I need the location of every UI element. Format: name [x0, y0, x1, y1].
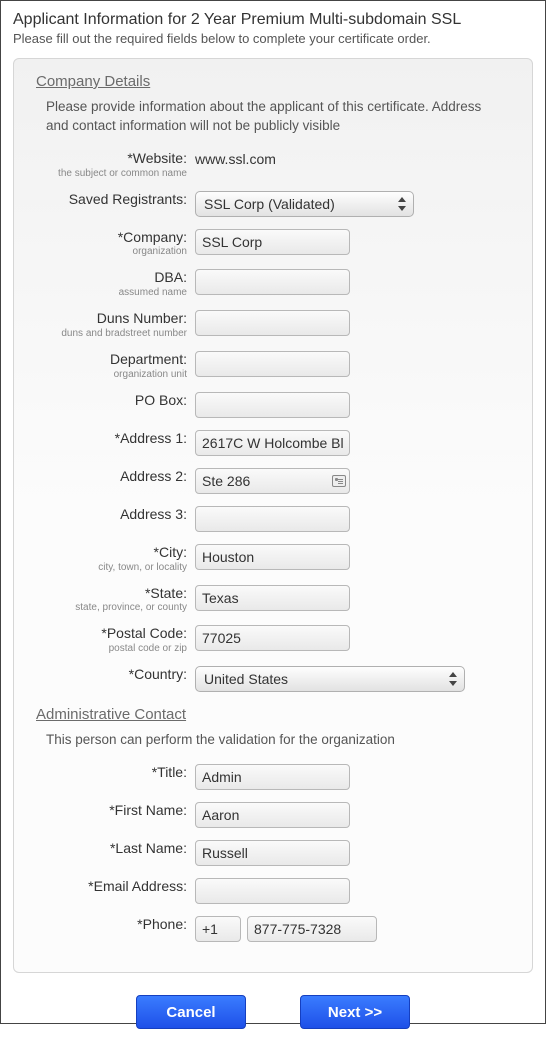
department-sublabel: organization unit: [30, 369, 187, 380]
first-name-input[interactable]: [195, 802, 350, 828]
state-input[interactable]: [195, 585, 350, 611]
saved-registrants-value: SSL Corp (Validated): [204, 196, 335, 212]
email-input[interactable]: [195, 878, 350, 904]
state-sublabel: state, province, or county: [30, 602, 187, 613]
company-sublabel: organization: [30, 246, 187, 257]
phone-label: *Phone:: [30, 916, 187, 933]
country-label: *Country:: [30, 666, 187, 683]
address1-input[interactable]: [195, 430, 350, 456]
pobox-label: PO Box:: [30, 392, 187, 409]
chevron-updown-icon: [397, 197, 407, 211]
first-name-label: *First Name:: [30, 802, 187, 819]
address1-label: *Address 1:: [30, 430, 187, 447]
title-label: *Title:: [30, 764, 187, 781]
city-label: *City:: [30, 544, 187, 561]
saved-registrants-label: Saved Registrants:: [30, 191, 187, 208]
address3-label: Address 3:: [30, 506, 187, 523]
phone-cc-input[interactable]: [195, 916, 241, 942]
page-subtitle: Please fill out the required fields belo…: [13, 31, 533, 46]
state-label: *State:: [30, 585, 187, 602]
postal-label: *Postal Code:: [30, 625, 187, 642]
duns-label: Duns Number:: [30, 310, 187, 327]
company-details-heading: Company Details: [36, 73, 516, 90]
country-value: United States: [204, 671, 288, 687]
duns-input[interactable]: [195, 310, 350, 336]
chevron-updown-icon: [448, 672, 458, 686]
page-title: Applicant Information for 2 Year Premium…: [13, 11, 533, 29]
department-label: Department:: [30, 351, 187, 368]
department-input[interactable]: [195, 351, 350, 377]
postal-sublabel: postal code or zip: [30, 643, 187, 654]
last-name-input[interactable]: [195, 840, 350, 866]
phone-input[interactable]: [247, 916, 377, 942]
website-value: www.ssl.com: [195, 150, 276, 167]
email-label: *Email Address:: [30, 878, 187, 895]
website-label: *Website:: [30, 150, 187, 167]
postal-input[interactable]: [195, 625, 350, 651]
last-name-label: *Last Name:: [30, 840, 187, 857]
city-sublabel: city, town, or locality: [30, 562, 187, 573]
admin-contact-desc: This person can perform the validation f…: [46, 731, 506, 750]
saved-registrants-select[interactable]: SSL Corp (Validated): [195, 191, 414, 217]
title-input[interactable]: [195, 764, 350, 790]
form-panel: Company Details Please provide informati…: [13, 58, 533, 973]
company-input[interactable]: [195, 229, 350, 255]
country-select[interactable]: United States: [195, 666, 465, 692]
address2-input[interactable]: [195, 468, 350, 494]
dba-label: DBA:: [30, 269, 187, 286]
admin-contact-heading: Administrative Contact: [36, 706, 516, 723]
pobox-input[interactable]: [195, 392, 350, 418]
dba-input[interactable]: [195, 269, 350, 295]
website-sublabel: the subject or common name: [30, 168, 187, 179]
company-details-desc: Please provide information about the app…: [46, 98, 506, 136]
address2-label: Address 2:: [30, 468, 187, 485]
dba-sublabel: assumed name: [30, 287, 187, 298]
duns-sublabel: duns and bradstreet number: [30, 328, 187, 339]
company-label: *Company:: [30, 229, 187, 246]
address3-input[interactable]: [195, 506, 350, 532]
city-input[interactable]: [195, 544, 350, 570]
contact-card-icon[interactable]: [332, 475, 346, 487]
